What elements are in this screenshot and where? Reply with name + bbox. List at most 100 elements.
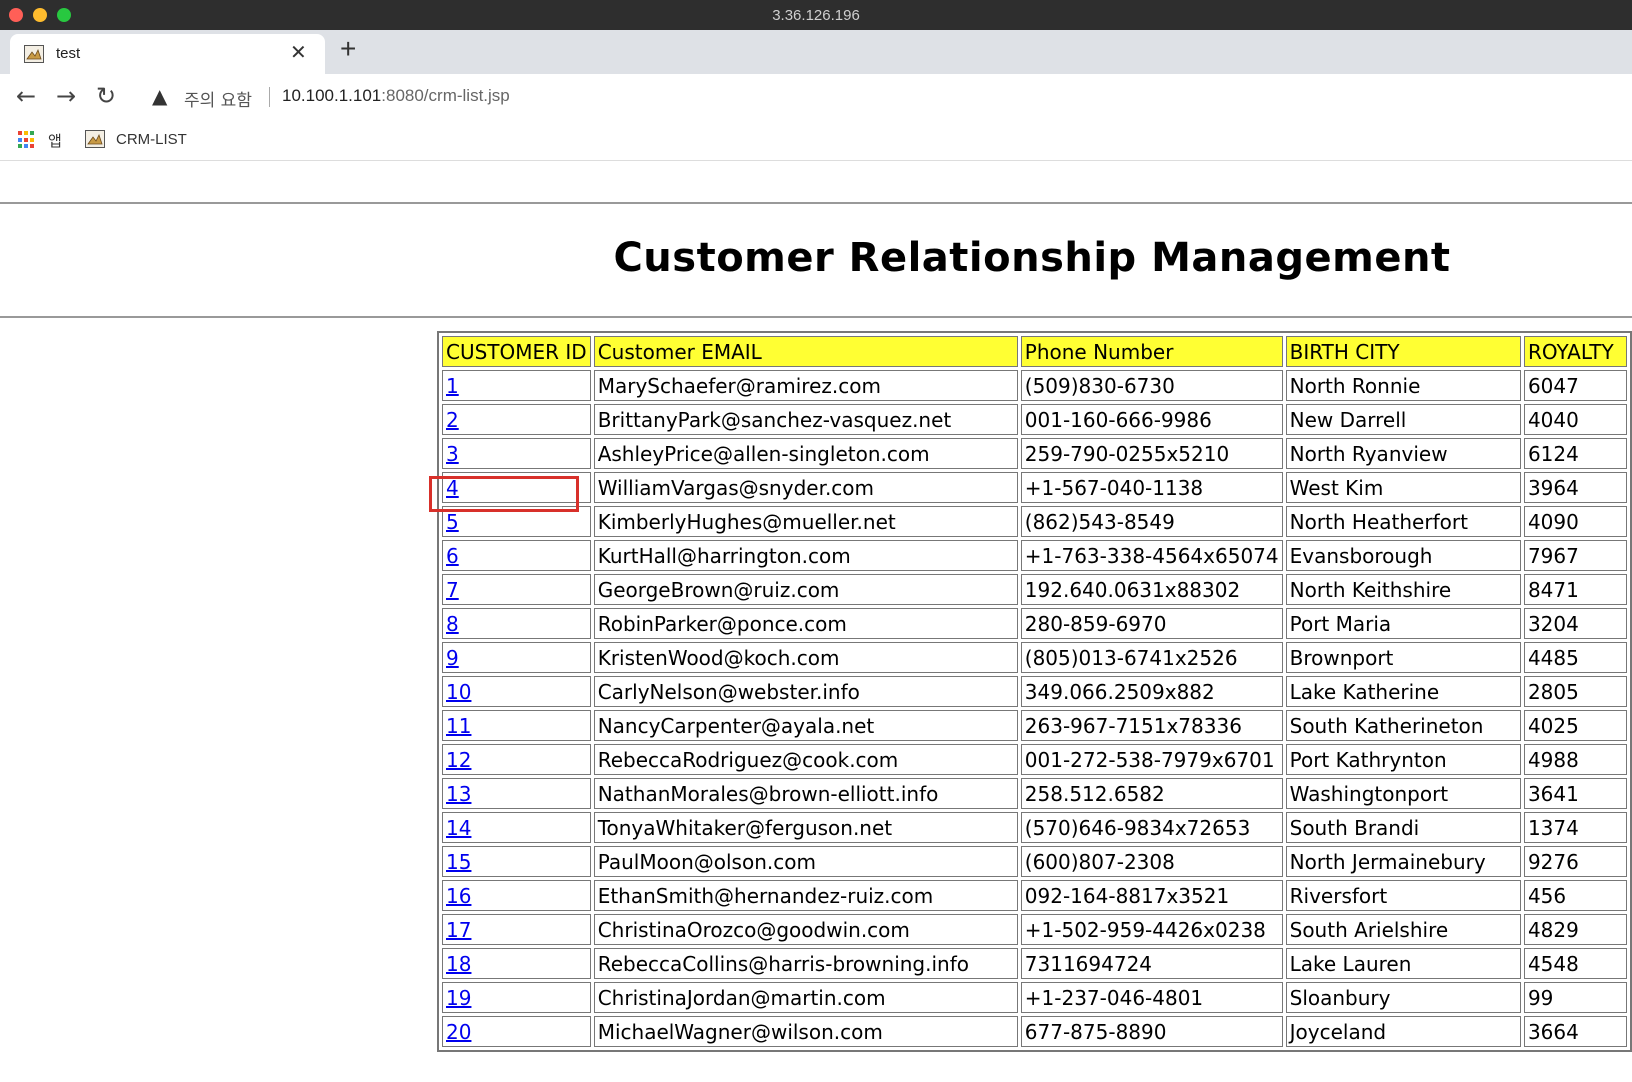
cell-royalty: 4025 <box>1523 710 1627 741</box>
cell-customer-id: 9 <box>442 642 591 673</box>
cell-phone: (805)013-6741x2526 <box>1020 642 1283 673</box>
cell-email: ChristinaJordan@martin.com <box>593 982 1018 1013</box>
customer-id-link[interactable]: 20 <box>446 1020 471 1044</box>
cell-birth-city: Brownport <box>1285 642 1521 673</box>
cell-birth-city: Riversfort <box>1285 880 1521 911</box>
forward-arrow-icon[interactable]: → <box>56 82 76 110</box>
tab-test[interactable]: test ✕ <box>10 34 325 74</box>
tab-close-icon[interactable]: ✕ <box>290 40 307 64</box>
table-row: 11 NancyCarpenter@ayala.net 263-967-7151x7… <box>442 710 1627 741</box>
cell-customer-id: 14 <box>442 812 591 843</box>
apps-bookmark-label[interactable]: 앱 <box>48 130 62 151</box>
cell-email: ChristinaOrozco@goodwin.com <box>593 914 1018 945</box>
cell-birth-city: Evansborough <box>1285 540 1521 571</box>
bookmark-crm-list[interactable]: CRM-LIST <box>116 131 187 148</box>
cell-customer-id: 13 <box>442 778 591 809</box>
reload-icon[interactable]: ↻ <box>96 82 116 110</box>
new-tab-button[interactable]: + <box>340 33 356 65</box>
cell-birth-city: Joyceland <box>1285 1016 1521 1047</box>
customer-id-link[interactable]: 18 <box>446 952 471 976</box>
address-divider <box>269 87 270 107</box>
table-row: 7 GeorgeBrown@ruiz.com 192.640.0631x88302 N… <box>442 574 1627 605</box>
cell-birth-city: South Katherineton <box>1285 710 1521 741</box>
title-divider <box>0 316 1632 318</box>
cell-customer-id: 2 <box>442 404 591 435</box>
cell-customer-id: 19 <box>442 982 591 1013</box>
url-path: :8080/crm-list.jsp <box>381 86 510 105</box>
customer-id-link[interactable]: 14 <box>446 816 471 840</box>
customer-id-link[interactable]: 16 <box>446 884 471 908</box>
column-header-email: Customer EMAIL <box>593 336 1018 367</box>
customer-id-link[interactable]: 7 <box>446 578 459 602</box>
cell-royalty: 3964 <box>1523 472 1627 503</box>
cell-royalty: 3204 <box>1523 608 1627 639</box>
customer-id-link[interactable]: 15 <box>446 850 471 874</box>
cell-customer-id: 11 <box>442 710 591 741</box>
cell-phone: 258.512.6582 <box>1020 778 1283 809</box>
cell-phone: (600)807-2308 <box>1020 846 1283 877</box>
cell-birth-city: Lake Lauren <box>1285 948 1521 979</box>
customer-id-link[interactable]: 5 <box>446 510 459 534</box>
cell-email: NathanMorales@brown-elliott.info <box>593 778 1018 809</box>
cell-customer-id: 17 <box>442 914 591 945</box>
window-titlebar: 3.36.126.196 <box>0 0 1632 30</box>
cell-phone: 001-272-538-7979x6701 <box>1020 744 1283 775</box>
customer-id-link[interactable]: 13 <box>446 782 471 806</box>
highlighted-row-marker <box>429 476 579 512</box>
customer-id-link[interactable]: 2 <box>446 408 459 432</box>
cell-royalty: 99 <box>1523 982 1627 1013</box>
customer-id-link[interactable]: 19 <box>446 986 471 1010</box>
cell-phone: (509)830-6730 <box>1020 370 1283 401</box>
table-row: 13 NathanMorales@brown-elliott.info 258.51… <box>442 778 1627 809</box>
cell-birth-city: Lake Katherine <box>1285 676 1521 707</box>
cell-royalty: 1374 <box>1523 812 1627 843</box>
cell-customer-id: 16 <box>442 880 591 911</box>
cell-customer-id: 1 <box>442 370 591 401</box>
browser-toolbar: ← → ↻ ▲ 주의 요함 10.100.1.101:8080/crm-list… <box>0 74 1632 120</box>
cell-royalty: 7967 <box>1523 540 1627 571</box>
url-text[interactable]: 10.100.1.101:8080/crm-list.jsp <box>282 86 510 106</box>
crm-list-favicon-icon[interactable] <box>85 130 105 148</box>
table-header-row: CUSTOMER ID Customer EMAIL Phone Number … <box>442 336 1627 367</box>
cell-email: GeorgeBrown@ruiz.com <box>593 574 1018 605</box>
page-favicon-icon <box>24 45 44 63</box>
customer-id-link[interactable]: 8 <box>446 612 459 636</box>
customer-id-link[interactable]: 9 <box>446 646 459 670</box>
cell-royalty: 4829 <box>1523 914 1627 945</box>
cell-email: WilliamVargas@snyder.com <box>593 472 1018 503</box>
table-row: 10 CarlyNelson@webster.info 349.066.2509x8… <box>442 676 1627 707</box>
cell-customer-id: 12 <box>442 744 591 775</box>
page-content: Customer Relationship Management CUSTOME… <box>0 161 1632 1082</box>
table-row: 20 MichaelWagner@wilson.com 677-875-8890 Jo… <box>442 1016 1627 1047</box>
cell-email: KimberlyHughes@mueller.net <box>593 506 1018 537</box>
warning-triangle-icon[interactable]: ▲ <box>152 84 167 108</box>
cell-phone: (862)543-8549 <box>1020 506 1283 537</box>
customer-id-link[interactable]: 1 <box>446 374 459 398</box>
cell-birth-city: North Keithshire <box>1285 574 1521 605</box>
customer-id-link[interactable]: 6 <box>446 544 459 568</box>
cell-customer-id: 6 <box>442 540 591 571</box>
cell-birth-city: West Kim <box>1285 472 1521 503</box>
cell-phone: 280-859-6970 <box>1020 608 1283 639</box>
cell-birth-city: Port Kathrynton <box>1285 744 1521 775</box>
table-row: 8 RobinParker@ponce.com 280-859-6970 Port M… <box>442 608 1627 639</box>
customer-id-link[interactable]: 11 <box>446 714 471 738</box>
table-body: 1 MarySchaefer@ramirez.com (509)830-6730 No… <box>442 370 1627 1047</box>
table-row: 14 TonyaWhitaker@ferguson.net (570)646-983… <box>442 812 1627 843</box>
table-row: 18 RebeccaCollins@harris-browning.info 731… <box>442 948 1627 979</box>
cell-phone: +1-567-040-1138 <box>1020 472 1283 503</box>
cell-birth-city: New Darrell <box>1285 404 1521 435</box>
cell-royalty: 8471 <box>1523 574 1627 605</box>
back-arrow-icon[interactable]: ← <box>16 82 36 110</box>
cell-phone: 092-164-8817x3521 <box>1020 880 1283 911</box>
customer-id-link[interactable]: 10 <box>446 680 471 704</box>
cell-email: KristenWood@koch.com <box>593 642 1018 673</box>
security-status-label[interactable]: 주의 요함 <box>184 86 252 111</box>
customer-id-link[interactable]: 12 <box>446 748 471 772</box>
table-row: 5 KimberlyHughes@mueller.net (862)543-8549… <box>442 506 1627 537</box>
apps-grid-icon[interactable] <box>18 131 36 149</box>
customer-id-link[interactable]: 3 <box>446 442 459 466</box>
cell-phone: 263-967-7151x78336 <box>1020 710 1283 741</box>
cell-royalty: 6124 <box>1523 438 1627 469</box>
customer-id-link[interactable]: 17 <box>446 918 471 942</box>
